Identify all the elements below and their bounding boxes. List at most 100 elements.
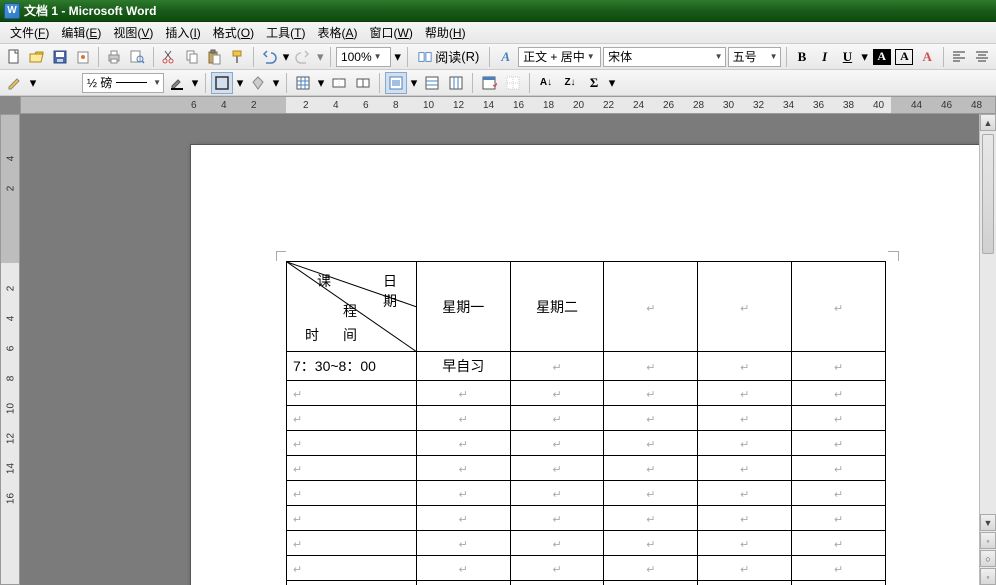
menu-view[interactable]: 视图(V)	[107, 22, 159, 43]
reading-layout-button[interactable]: 阅读(R)	[413, 46, 484, 68]
prev-page-button[interactable]: ◦	[980, 532, 996, 549]
table-cell[interactable]	[510, 406, 604, 431]
table-cell[interactable]	[416, 581, 510, 585]
document-scroll[interactable]: 课 日 期 程 时 间星期一星期二7：30~8：00早自习	[20, 114, 996, 585]
table-cell[interactable]	[287, 431, 417, 456]
italic-button[interactable]: I	[814, 46, 835, 68]
menu-format[interactable]: 格式(O)	[207, 22, 260, 43]
table-cell[interactable]	[510, 481, 604, 506]
table-cell[interactable]	[792, 381, 886, 406]
font-combo[interactable]: 宋体 ▼	[603, 47, 725, 67]
table-cell[interactable]	[510, 556, 604, 581]
table-cell[interactable]	[416, 506, 510, 531]
table-cell[interactable]	[510, 456, 604, 481]
table-cell[interactable]	[698, 381, 792, 406]
copy-button[interactable]	[181, 46, 202, 68]
table-cell[interactable]	[792, 406, 886, 431]
underline-button[interactable]: U	[837, 46, 858, 68]
table-cell[interactable]	[698, 506, 792, 531]
table-cell[interactable]	[510, 531, 604, 556]
table-cell[interactable]	[604, 581, 698, 585]
open-button[interactable]	[27, 46, 48, 68]
autoformat-button[interactable]	[478, 72, 500, 94]
table-cell[interactable]	[416, 381, 510, 406]
format-aa-button[interactable]: A	[495, 46, 516, 68]
table-cell[interactable]	[287, 506, 417, 531]
gridlines-button[interactable]	[502, 72, 524, 94]
new-doc-button[interactable]	[4, 46, 25, 68]
table-cell[interactable]	[416, 481, 510, 506]
save-button[interactable]	[50, 46, 71, 68]
table-cell[interactable]	[287, 581, 417, 585]
column-header[interactable]: 星期二	[510, 262, 604, 352]
distribute-rows-button[interactable]	[421, 72, 443, 94]
merge-cells-button[interactable]	[328, 72, 350, 94]
schedule-table[interactable]: 课 日 期 程 时 间星期一星期二7：30~8：00早自习	[286, 261, 886, 585]
table-cell[interactable]	[698, 456, 792, 481]
undo-dropdown[interactable]: ▾	[281, 46, 291, 68]
menu-window[interactable]: 窗口(W)	[364, 22, 419, 43]
align-left-button[interactable]	[949, 46, 970, 68]
redo-dropdown[interactable]: ▾	[316, 46, 326, 68]
menu-tools[interactable]: 工具(T)	[260, 22, 311, 43]
char-border-button[interactable]: A	[894, 46, 915, 68]
text-effect-button[interactable]: A	[917, 46, 938, 68]
outside-border-button[interactable]	[211, 72, 233, 94]
table-cell[interactable]	[510, 431, 604, 456]
paste-button[interactable]	[204, 46, 225, 68]
print-button[interactable]	[104, 46, 125, 68]
char-shading-button[interactable]: A	[871, 46, 892, 68]
table-cell[interactable]	[287, 556, 417, 581]
vertical-scrollbar[interactable]: ▲ ▼ ◦ ○ ◦	[979, 114, 996, 585]
toolbar2-more[interactable]: ▾	[28, 72, 38, 94]
format-painter-button[interactable]	[227, 46, 248, 68]
table-cell[interactable]	[604, 352, 698, 381]
style-combo[interactable]: 正文 + 居中 ▼	[518, 47, 601, 67]
next-page-button[interactable]: ◦	[980, 568, 996, 585]
zoom-combo[interactable]: 100% ▼	[336, 47, 391, 67]
ruler-vertical[interactable]: 42246810121416	[0, 114, 20, 585]
table-cell[interactable]	[416, 556, 510, 581]
undo-button[interactable]	[258, 46, 279, 68]
insert-table-button[interactable]	[292, 72, 314, 94]
table-cell[interactable]	[698, 406, 792, 431]
table-cell[interactable]	[792, 506, 886, 531]
table-cell[interactable]	[287, 531, 417, 556]
time-cell[interactable]: 7：30~8：00	[287, 352, 417, 381]
shading-button[interactable]	[247, 72, 269, 94]
column-header[interactable]	[604, 262, 698, 352]
font-size-combo[interactable]: 五号 ▼	[728, 47, 781, 67]
page[interactable]: 课 日 期 程 时 间星期一星期二7：30~8：00早自习	[190, 144, 985, 585]
table-cell[interactable]: 早自习	[416, 352, 510, 381]
table-cell[interactable]	[604, 431, 698, 456]
align-cell-button[interactable]	[385, 72, 407, 94]
table-cell[interactable]	[792, 456, 886, 481]
insert-table-dropdown[interactable]: ▾	[316, 72, 326, 94]
diagonal-header-cell[interactable]: 课 日 期 程 时 间	[287, 262, 417, 352]
underline-dropdown[interactable]: ▾	[860, 46, 870, 68]
table-cell[interactable]	[287, 456, 417, 481]
toolbar-more2[interactable]: ▾	[607, 72, 617, 94]
line-color-dropdown[interactable]: ▾	[190, 72, 200, 94]
sort-desc-button[interactable]: Z↓	[559, 72, 581, 94]
menu-edit[interactable]: 编辑(E)	[55, 22, 107, 43]
table-cell[interactable]	[698, 431, 792, 456]
toolbar-more[interactable]: ▾	[393, 46, 403, 68]
menu-insert[interactable]: 插入(I)	[159, 22, 206, 43]
table-cell[interactable]	[287, 481, 417, 506]
cut-button[interactable]	[158, 46, 179, 68]
table-cell[interactable]	[792, 481, 886, 506]
table-cell[interactable]	[698, 531, 792, 556]
sort-asc-button[interactable]: A↓	[535, 72, 557, 94]
table-cell[interactable]	[416, 406, 510, 431]
line-color-button[interactable]	[166, 72, 188, 94]
line-weight-combo[interactable]: ½ 磅 ▼	[82, 73, 164, 93]
menu-table[interactable]: 表格(A)	[312, 22, 364, 43]
table-cell[interactable]	[510, 381, 604, 406]
permissions-button[interactable]	[72, 46, 93, 68]
table-cell[interactable]	[604, 506, 698, 531]
menu-file[interactable]: 文件(F)	[4, 22, 55, 43]
table-cell[interactable]	[604, 456, 698, 481]
bold-button[interactable]: B	[792, 46, 813, 68]
table-cell[interactable]	[698, 352, 792, 381]
